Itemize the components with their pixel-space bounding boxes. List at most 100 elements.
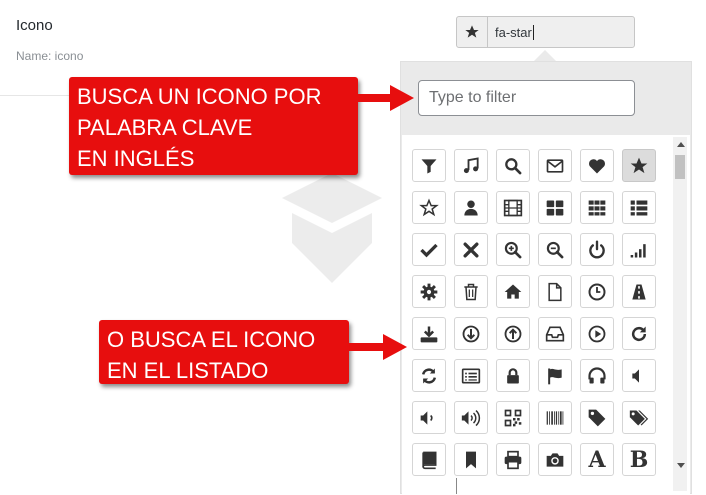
bold-icon: B	[629, 446, 649, 473]
qrcode-icon	[503, 408, 523, 428]
icon-option-tags[interactable]	[622, 401, 656, 434]
scrollbar[interactable]	[673, 137, 687, 491]
icon-option-th-list[interactable]	[622, 191, 656, 224]
icon-option-th-large[interactable]	[538, 191, 572, 224]
icon-option-file[interactable]	[538, 275, 572, 308]
picker-value: fa-star	[495, 25, 534, 40]
icon-option-search-minus[interactable]	[538, 233, 572, 266]
icon-option-camera[interactable]	[538, 443, 572, 476]
icon-option-volume-down[interactable]	[412, 401, 446, 434]
icon-option-repeat[interactable]	[622, 317, 656, 350]
icons-panel: AB	[402, 135, 690, 495]
icon-option-print[interactable]	[496, 443, 530, 476]
tag-icon	[587, 408, 607, 428]
icon-option-envelope[interactable]	[538, 149, 572, 182]
icon-option-cog[interactable]	[412, 275, 446, 308]
star-icon	[457, 17, 488, 47]
icon-option-lock[interactable]	[496, 359, 530, 392]
icon-option-font[interactable]: A	[580, 443, 614, 476]
envelope-icon	[545, 156, 565, 176]
icon-option-star-outline[interactable]	[412, 191, 446, 224]
icon-option-download[interactable]	[412, 317, 446, 350]
icon-option-clock[interactable]	[580, 275, 614, 308]
volume-down-icon	[419, 408, 439, 428]
scroll-down-arrow[interactable]	[677, 463, 685, 468]
icon-option-refresh[interactable]	[412, 359, 446, 392]
icon-option-book[interactable]	[412, 443, 446, 476]
icon-option-qrcode[interactable]	[496, 401, 530, 434]
icon-popover: AB	[400, 61, 692, 495]
icon-option-filter[interactable]	[412, 149, 446, 182]
play-circle-icon	[587, 324, 607, 344]
th-large-icon	[545, 198, 565, 218]
callout-keyword-line-1: BUSCA UN ICONO POR	[77, 84, 322, 109]
icon-option-star[interactable]	[622, 149, 656, 182]
icon-option-barcode[interactable]	[538, 401, 572, 434]
refresh-icon	[419, 366, 439, 386]
icon-option-tag[interactable]	[580, 401, 614, 434]
check-icon	[419, 240, 439, 260]
volume-up-icon	[461, 408, 481, 428]
search-minus-icon	[545, 240, 565, 260]
power-off-icon	[587, 240, 607, 260]
icon-option-search-plus[interactable]	[496, 233, 530, 266]
music-icon	[461, 156, 481, 176]
icon-option-road[interactable]	[622, 275, 656, 308]
icon-option-flag[interactable]	[538, 359, 572, 392]
icon-option-list-alt[interactable]	[454, 359, 488, 392]
book-icon	[419, 450, 439, 470]
times-icon	[461, 240, 481, 260]
callout-keyword-line-3: EN INGLÉS	[77, 146, 195, 171]
heart-icon	[587, 156, 607, 176]
icon-option-signal[interactable]	[622, 233, 656, 266]
print-icon	[503, 450, 523, 470]
icon-option-film[interactable]	[496, 191, 530, 224]
icon-option-bookmark[interactable]	[454, 443, 488, 476]
scroll-up-arrow[interactable]	[677, 142, 685, 147]
camera-icon	[545, 450, 565, 470]
icon-option-headphones[interactable]	[580, 359, 614, 392]
icon-option-bold[interactable]: B	[622, 443, 656, 476]
icon-option-trash[interactable]	[454, 275, 488, 308]
divider	[456, 478, 457, 494]
search-icon	[503, 156, 523, 176]
user-icon	[461, 198, 481, 218]
repeat-icon	[629, 324, 649, 344]
barcode-icon	[545, 408, 565, 428]
icon-option-inbox[interactable]	[538, 317, 572, 350]
filter-icon	[419, 156, 439, 176]
callout-keyword: BUSCA UN ICONO POR PALABRA CLAVE EN INGL…	[69, 77, 358, 175]
watermark-logo	[282, 173, 382, 283]
icon-option-times[interactable]	[454, 233, 488, 266]
tags-icon	[629, 408, 649, 428]
icon-option-user[interactable]	[454, 191, 488, 224]
home-icon	[503, 282, 523, 302]
icon-option-heart[interactable]	[580, 149, 614, 182]
icon-option-arrow-circle-down[interactable]	[454, 317, 488, 350]
icon-option-volume-off[interactable]	[622, 359, 656, 392]
icon-option-th[interactable]	[580, 191, 614, 224]
icon-option-check[interactable]	[412, 233, 446, 266]
road-icon	[629, 282, 649, 302]
icon-option-play-circle[interactable]	[580, 317, 614, 350]
scrollbar-thumb[interactable]	[675, 155, 685, 179]
filter-input[interactable]	[418, 80, 635, 116]
th-icon	[587, 198, 607, 218]
callout-list-line-2: EN EL LISTADO	[107, 358, 269, 383]
icon-option-power-off[interactable]	[580, 233, 614, 266]
field-name-hint: Name: icono	[16, 49, 84, 63]
icon-option-volume-up[interactable]	[454, 401, 488, 434]
star-icon	[629, 156, 649, 176]
volume-off-icon	[629, 366, 649, 386]
font-icon: A	[588, 446, 606, 473]
inbox-icon	[545, 324, 565, 344]
icon-option-arrow-circle-up[interactable]	[496, 317, 530, 350]
icon-option-home[interactable]	[496, 275, 530, 308]
icon-picker-field[interactable]: fa-star	[456, 16, 635, 48]
file-icon	[545, 282, 565, 302]
download-icon	[419, 324, 439, 344]
icon-option-music[interactable]	[454, 149, 488, 182]
cog-icon	[419, 282, 439, 302]
icon-option-search[interactable]	[496, 149, 530, 182]
search-plus-icon	[503, 240, 523, 260]
